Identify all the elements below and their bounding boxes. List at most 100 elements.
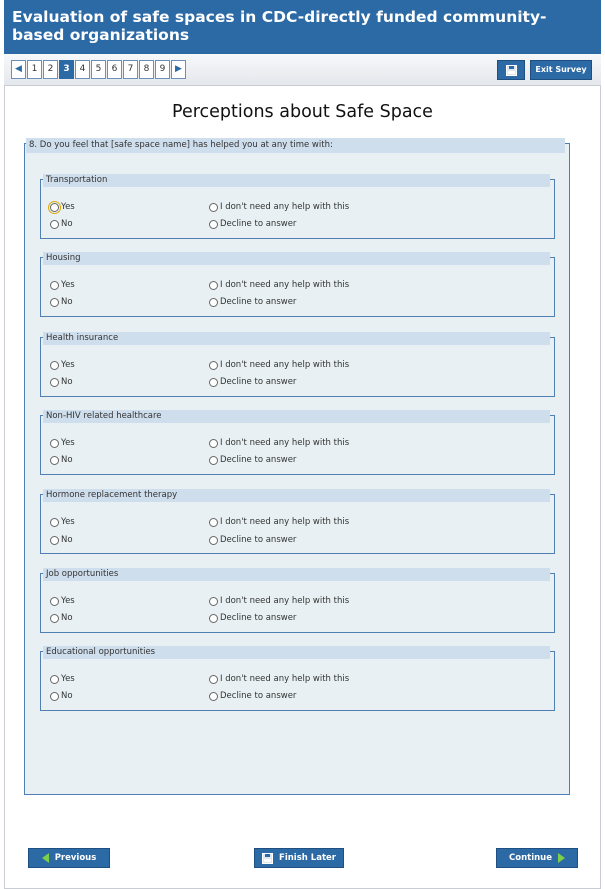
radio-button[interactable] bbox=[209, 596, 218, 606]
option-no[interactable]: No bbox=[50, 455, 73, 465]
radio-button[interactable] bbox=[209, 674, 218, 684]
save-button[interactable] bbox=[497, 60, 525, 80]
option-label: Yes bbox=[61, 360, 75, 370]
option-yes[interactable]: Yes bbox=[48, 200, 75, 214]
finish-later-label: Finish Later bbox=[279, 853, 336, 863]
option-label: Decline to answer bbox=[220, 455, 297, 465]
radio-button[interactable] bbox=[50, 280, 59, 290]
option-no-help[interactable]: I don't need any help with this bbox=[209, 280, 349, 290]
radio-button[interactable] bbox=[50, 517, 59, 527]
radio-button[interactable] bbox=[50, 219, 59, 229]
page-link-8[interactable]: 8 bbox=[139, 60, 154, 79]
option-label: No bbox=[61, 691, 73, 701]
option-no[interactable]: No bbox=[50, 219, 73, 229]
radio-button[interactable] bbox=[209, 517, 218, 527]
option-label: No bbox=[61, 613, 73, 623]
arrow-left-icon bbox=[41, 853, 49, 863]
option-label: Yes bbox=[61, 517, 75, 527]
option-no-help[interactable]: I don't need any help with this bbox=[209, 202, 349, 212]
page-link-5[interactable]: 5 bbox=[91, 60, 106, 79]
option-decline[interactable]: Decline to answer bbox=[209, 455, 296, 465]
radio-button[interactable] bbox=[48, 200, 61, 214]
page-link-7[interactable]: 7 bbox=[123, 60, 138, 79]
radio-button[interactable] bbox=[50, 613, 59, 623]
page-link-4[interactable]: 4 bbox=[75, 60, 90, 79]
radio-button[interactable] bbox=[209, 535, 218, 545]
option-label: I don't need any help with this bbox=[220, 517, 350, 527]
radio-button[interactable] bbox=[50, 438, 59, 448]
radio-button[interactable] bbox=[50, 596, 59, 606]
option-yes[interactable]: Yes bbox=[50, 438, 75, 448]
option-yes[interactable]: Yes bbox=[50, 360, 75, 370]
page-navigator: ◀ 1 2 3 4 5 6 7 8 9 ▶ bbox=[11, 60, 186, 79]
page-link-1[interactable]: 1 bbox=[27, 60, 42, 79]
radio-button[interactable] bbox=[50, 297, 59, 307]
option-decline[interactable]: Decline to answer bbox=[209, 691, 296, 701]
radio-button[interactable] bbox=[50, 535, 59, 545]
option-no[interactable]: No bbox=[50, 691, 73, 701]
option-label: I don't need any help with this bbox=[220, 674, 350, 684]
radio-button[interactable] bbox=[209, 438, 218, 448]
page-link-6[interactable]: 6 bbox=[107, 60, 122, 79]
option-label: Yes bbox=[61, 202, 75, 212]
option-decline[interactable]: Decline to answer bbox=[209, 613, 296, 623]
arrow-right-icon bbox=[557, 853, 565, 863]
option-label: I don't need any help with this bbox=[220, 280, 350, 290]
radio-button[interactable] bbox=[209, 202, 218, 212]
radio-button[interactable] bbox=[50, 455, 59, 465]
floppy-disk-icon bbox=[262, 852, 274, 864]
option-decline[interactable]: Decline to answer bbox=[209, 297, 296, 307]
option-label: I don't need any help with this bbox=[220, 596, 350, 606]
next-page-icon[interactable]: ▶ bbox=[171, 60, 186, 79]
radio-button[interactable] bbox=[50, 674, 59, 684]
option-no-help[interactable]: I don't need any help with this bbox=[209, 596, 349, 606]
radio-button[interactable] bbox=[209, 297, 218, 307]
option-label: Decline to answer bbox=[220, 535, 297, 545]
option-yes[interactable]: Yes bbox=[50, 596, 75, 606]
radio-button[interactable] bbox=[209, 377, 218, 387]
option-label: Yes bbox=[61, 674, 75, 684]
exit-survey-button[interactable]: Exit Survey bbox=[530, 60, 592, 80]
group-label: Job opportunities bbox=[43, 568, 550, 581]
page-link-9[interactable]: 9 bbox=[155, 60, 170, 79]
option-no[interactable]: No bbox=[50, 535, 73, 545]
option-label: Decline to answer bbox=[220, 613, 297, 623]
radio-button[interactable] bbox=[50, 691, 59, 701]
option-yes[interactable]: Yes bbox=[50, 517, 75, 527]
group-label: Housing bbox=[43, 252, 550, 265]
option-no-help[interactable]: I don't need any help with this bbox=[209, 360, 349, 370]
option-label: Decline to answer bbox=[220, 219, 297, 229]
option-no[interactable]: No bbox=[50, 613, 73, 623]
option-yes[interactable]: Yes bbox=[50, 674, 75, 684]
option-label: I don't need any help with this bbox=[220, 438, 350, 448]
radio-button[interactable] bbox=[209, 691, 218, 701]
prev-page-icon[interactable]: ◀ bbox=[11, 60, 26, 79]
radio-button[interactable] bbox=[209, 455, 218, 465]
option-no-help[interactable]: I don't need any help with this bbox=[209, 438, 349, 448]
group-label: Transportation bbox=[43, 174, 550, 187]
continue-button[interactable]: Continue bbox=[496, 848, 578, 868]
radio-button[interactable] bbox=[50, 377, 59, 387]
page-link-2[interactable]: 2 bbox=[43, 60, 58, 79]
radio-button[interactable] bbox=[209, 280, 218, 290]
previous-button[interactable]: Previous bbox=[28, 848, 110, 868]
option-decline[interactable]: Decline to answer bbox=[209, 377, 296, 387]
option-decline[interactable]: Decline to answer bbox=[209, 219, 296, 229]
radio-button[interactable] bbox=[50, 360, 59, 370]
option-no[interactable]: No bbox=[50, 377, 73, 387]
radio-button[interactable] bbox=[209, 613, 218, 623]
option-label: I don't need any help with this bbox=[220, 360, 350, 370]
option-no[interactable]: No bbox=[50, 297, 73, 307]
option-label: Decline to answer bbox=[220, 297, 297, 307]
option-label: No bbox=[61, 297, 73, 307]
page-heading: Perceptions about Safe Space bbox=[172, 102, 433, 122]
option-decline[interactable]: Decline to answer bbox=[209, 535, 296, 545]
finish-later-button[interactable]: Finish Later bbox=[254, 848, 344, 868]
radio-button[interactable] bbox=[209, 360, 218, 370]
page-link-3-current[interactable]: 3 bbox=[59, 60, 74, 79]
question-text: 8. Do you feel that [safe space name] ha… bbox=[26, 138, 565, 153]
option-no-help[interactable]: I don't need any help with this bbox=[209, 517, 349, 527]
option-no-help[interactable]: I don't need any help with this bbox=[209, 674, 349, 684]
option-yes[interactable]: Yes bbox=[50, 280, 75, 290]
radio-button[interactable] bbox=[209, 219, 218, 229]
